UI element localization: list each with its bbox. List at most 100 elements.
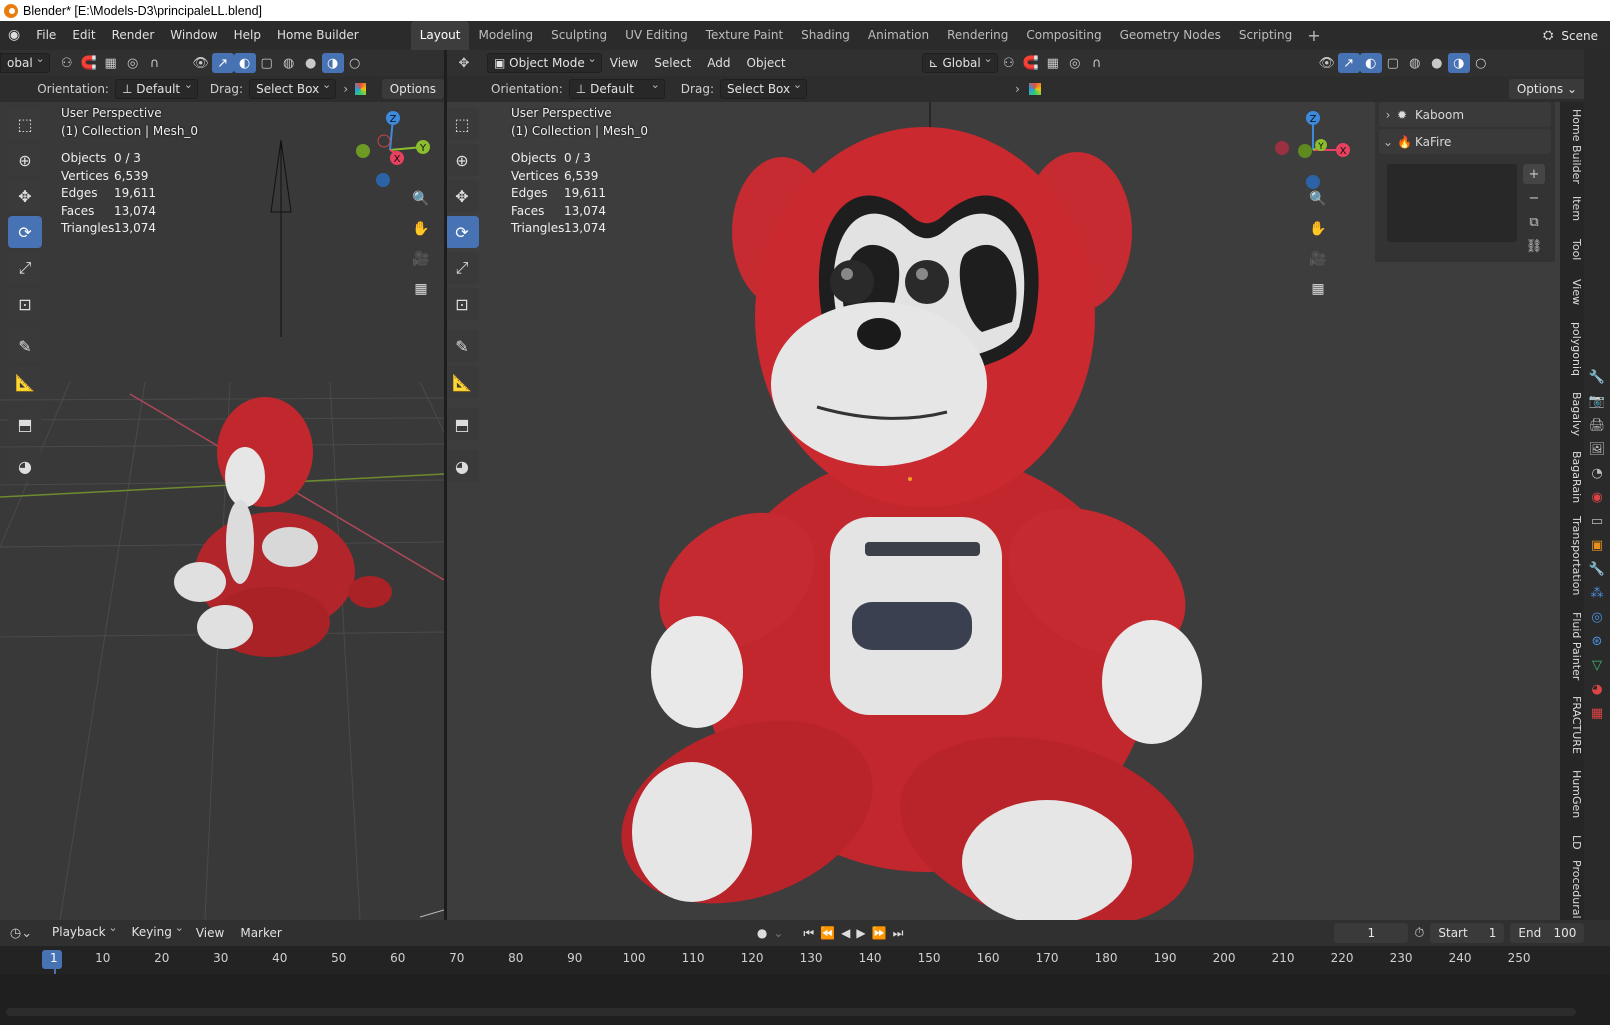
wireframe-shading-icon-right[interactable]: ◍ [1404, 53, 1426, 73]
select-box-tool-icon-right[interactable]: ⬚ [447, 108, 479, 140]
measure-tool-icon-right[interactable]: 📐 [447, 366, 479, 398]
annotate-tool-icon-right[interactable]: ✎ [447, 330, 479, 362]
end-frame-field[interactable]: End 100 [1510, 923, 1585, 943]
visibility-icon-right[interactable]: 👁 [1316, 53, 1338, 73]
pan-hand-icon[interactable]: ✋ [408, 216, 434, 242]
record-icon[interactable]: ● [754, 926, 770, 940]
tab-bagarain[interactable]: BagaRain [1561, 447, 1583, 507]
tab-animation[interactable]: Animation [859, 21, 938, 50]
kafire-list[interactable] [1387, 164, 1517, 242]
timeline-scrollbar[interactable] [6, 1008, 1576, 1016]
material-props-icon[interactable]: ◕ [1591, 682, 1602, 697]
tab-transportation[interactable]: Transportation [1561, 512, 1583, 600]
tab-fluid-painter[interactable]: Fluid Painter [1561, 607, 1583, 685]
menu-file[interactable]: File [28, 21, 64, 50]
collection-props-icon[interactable]: ▭ [1591, 514, 1603, 529]
pan-hand-icon-right[interactable]: ✋ [1305, 216, 1331, 242]
left-viewport[interactable]: ⬚ ⊕ ✥ ⟳ ⤢ ⊡ ✎ 📐 ⬒ ◕ User Perspective (1)… [0, 102, 444, 920]
material-shading-icon-right[interactable]: ◑ [1447, 53, 1470, 73]
render-props-icon[interactable]: 📷 [1589, 394, 1605, 409]
pivot-icon[interactable]: ⚇ [56, 53, 78, 73]
menu-home-builder[interactable]: Home Builder [269, 21, 367, 50]
tab-modeling[interactable]: Modeling [469, 21, 542, 50]
texture-props-icon[interactable]: ▦ [1591, 706, 1603, 721]
colorful-addon-icon[interactable] [355, 83, 366, 95]
chevron-right-icon[interactable]: › [336, 82, 355, 96]
rotate-tool-icon[interactable]: ⟳ [8, 216, 42, 248]
annotate-tool-icon[interactable]: ✎ [8, 330, 42, 362]
scene-selector[interactable]: ⛭ Scene [1543, 21, 1610, 50]
duplicate-icon[interactable]: ⧉ [1523, 212, 1545, 232]
right-viewport[interactable]: ⬚ ⊕ ✥ ⟳ ⤢ ⊡ ✎ 📐 ⬒ ◕ User Perspective (1)… [447, 102, 1560, 920]
snap-target-icon-right[interactable]: ▦ [1042, 53, 1064, 73]
tab-texture-paint[interactable]: Texture Paint [697, 21, 792, 50]
world-props-icon[interactable]: ◉ [1591, 490, 1602, 505]
pivot-icon-right[interactable]: ⚇ [998, 53, 1020, 73]
tab-compositing[interactable]: Compositing [1017, 21, 1110, 50]
transform-tool-icon[interactable]: ⊡ [8, 288, 42, 320]
tab-sculpting[interactable]: Sculpting [542, 21, 616, 50]
menu-render[interactable]: Render [104, 21, 163, 50]
tab-view[interactable]: View [1561, 272, 1583, 312]
play-reverse-icon[interactable]: ◀ [838, 926, 853, 940]
remove-item-icon[interactable]: − [1523, 188, 1545, 208]
zoom-icon[interactable]: 🔍 [408, 186, 434, 212]
blender-menu-icon[interactable]: ◉ [0, 21, 28, 50]
link-icon[interactable]: ⛓ [1523, 236, 1545, 256]
rendered-shading-icon[interactable]: ○ [344, 53, 366, 73]
solid-shading-icon-right[interactable]: ● [1426, 53, 1448, 73]
tab-home-builder[interactable]: Home Builder [1561, 107, 1583, 185]
rendered-shading-icon-right[interactable]: ○ [1470, 53, 1492, 73]
menu-help[interactable]: Help [226, 21, 269, 50]
output-props-icon[interactable]: 🖨 [1589, 418, 1606, 433]
menu-edit[interactable]: Edit [64, 21, 103, 50]
timeline-editor-icon[interactable]: ◷⌄ [6, 923, 36, 943]
left-nav-gizmo[interactable]: Z Y X [345, 106, 435, 192]
particles-icon[interactable]: ⁂ [1591, 586, 1604, 601]
mode-dropdown[interactable]: ▣ Object Mode [487, 50, 602, 73]
snap-icon[interactable]: 🧲 [78, 53, 100, 73]
camera-icon[interactable]: 🎥 [408, 246, 434, 272]
xray-icon-right[interactable]: ▢ [1382, 53, 1404, 73]
options-button-right[interactable]: Options ⌄ [1508, 79, 1585, 99]
panel-kaboom[interactable]: › ✹ Kaboom [1379, 102, 1551, 127]
keying-menu[interactable]: Keying [126, 919, 188, 943]
ortho-grid-icon[interactable]: ▦ [408, 276, 434, 302]
zoom-icon-right[interactable]: 🔍 [1305, 186, 1331, 212]
select-box-tool-icon[interactable]: ⬚ [8, 108, 42, 140]
playback-menu[interactable]: Playback [46, 919, 122, 943]
tab-humgen[interactable]: HumGen [1561, 765, 1583, 823]
menu-view[interactable]: View [602, 49, 646, 78]
rotate-tool-icon-right[interactable]: ⟳ [447, 216, 479, 248]
snap-icon-right[interactable]: 🧲 [1020, 53, 1042, 73]
tab-bagalvy[interactable]: Bagalvy [1561, 387, 1583, 442]
visibility-icon[interactable]: 👁 [190, 53, 212, 73]
cursor-tool-icon-right[interactable]: ⊕ [447, 144, 479, 176]
object-props-icon[interactable]: ▣ [1591, 538, 1603, 553]
extra-tool-icon[interactable]: ◕ [8, 450, 42, 482]
play-icon[interactable]: ▶ [853, 926, 868, 940]
tab-uv-editing[interactable]: UV Editing [616, 21, 697, 50]
menu-select[interactable]: Select [646, 49, 699, 78]
tab-polygoniq[interactable]: polygoniq [1561, 317, 1583, 382]
tab-fracture[interactable]: FRACTURE [1561, 690, 1583, 760]
add-cube-tool-icon-right[interactable]: ⬒ [447, 408, 479, 440]
proportional-edit-icon[interactable]: ◎ [122, 53, 144, 73]
drag-dropdown-right[interactable]: Select Box [719, 76, 808, 99]
tab-scripting[interactable]: Scripting [1230, 21, 1301, 50]
menu-window[interactable]: Window [162, 21, 225, 50]
falloff-icon-right[interactable]: ∩ [1086, 53, 1108, 73]
tab-layout[interactable]: Layout [410, 21, 470, 50]
cursor-tool-icon[interactable]: ⊕ [8, 144, 42, 176]
snap-target-icon[interactable]: ▦ [100, 53, 122, 73]
tab-procedural[interactable]: Procedural Cro [1561, 860, 1583, 918]
camera-icon-right[interactable]: 🎥 [1305, 246, 1331, 272]
scale-tool-icon-right[interactable]: ⤢ [447, 252, 479, 284]
timeline-frames[interactable] [0, 974, 1610, 1025]
prev-keyframe-icon[interactable]: ⏪ [817, 926, 838, 940]
tab-rendering[interactable]: Rendering [938, 21, 1017, 50]
right-nav-gizmo[interactable]: Z X Y [1265, 106, 1355, 192]
orientation-dropdown-right[interactable]: ⊥ Default [568, 76, 665, 99]
options-button[interactable]: Options [381, 79, 444, 99]
move-tool-icon-right[interactable]: ✥ [447, 180, 479, 212]
